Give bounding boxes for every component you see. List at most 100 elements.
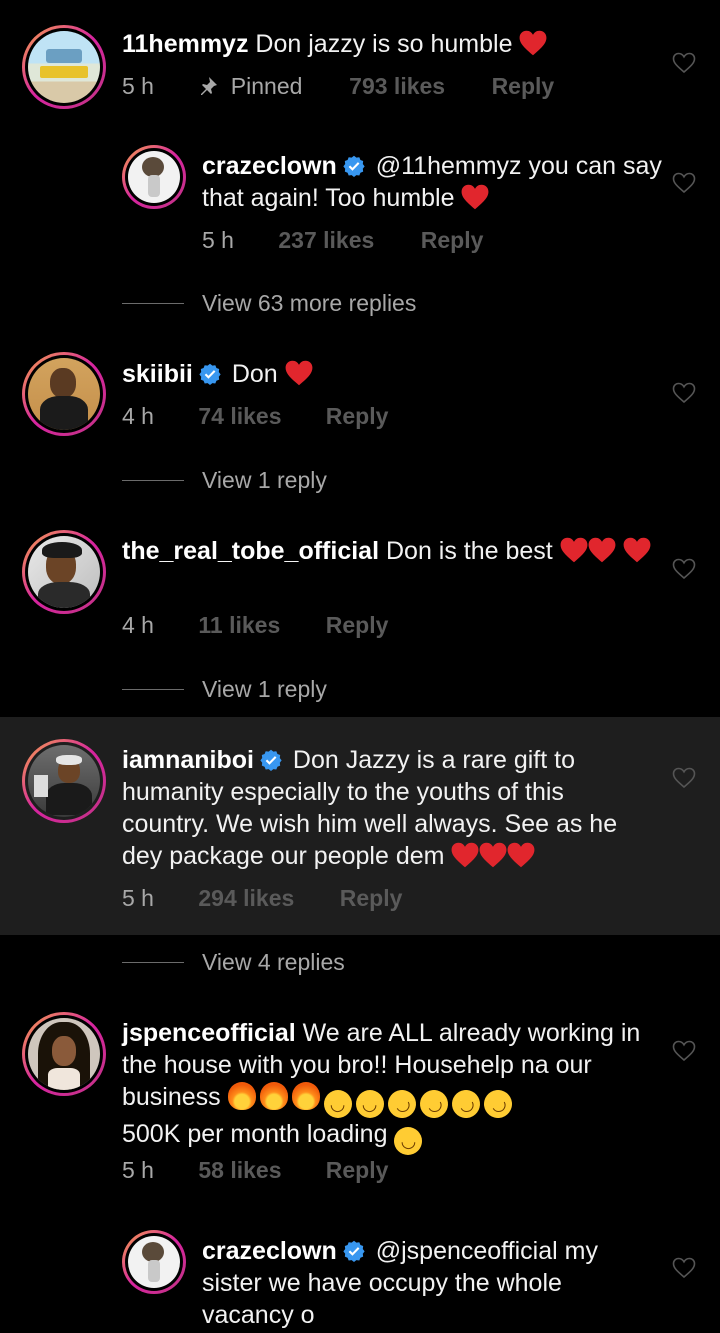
timestamp: 4 h bbox=[122, 612, 154, 638]
reply-button[interactable]: Reply bbox=[340, 884, 403, 912]
like-heart-icon[interactable] bbox=[672, 172, 696, 194]
red-heart-emoji-icon bbox=[461, 184, 489, 210]
timestamp: 5 h bbox=[122, 1157, 154, 1183]
comment-text: skiibii Don bbox=[122, 358, 662, 390]
timestamp: 5 h bbox=[202, 227, 234, 253]
laughing-emoji-icon: ◡ bbox=[323, 1090, 352, 1118]
username[interactable]: iamnaniboi bbox=[122, 746, 254, 774]
avatar[interactable] bbox=[22, 739, 106, 823]
reply-button[interactable]: Reply bbox=[492, 72, 555, 100]
timestamp: 4 h bbox=[122, 403, 154, 429]
comment-meta: 5 h Pinned 793 likes Reply bbox=[122, 72, 554, 100]
fire-emoji-icon bbox=[227, 1082, 256, 1110]
red-heart-emoji-icon bbox=[451, 842, 479, 868]
like-heart-icon[interactable] bbox=[672, 382, 696, 404]
comment-meta: 4 h 11 likes Reply bbox=[122, 611, 388, 639]
comment-jspenceofficial: jspenceofficial We are ALL already worki… bbox=[0, 1000, 720, 1210]
username[interactable]: jspenceofficial bbox=[122, 1019, 296, 1047]
view-more-replies[interactable]: View 63 more replies bbox=[122, 290, 416, 317]
verified-badge-icon bbox=[343, 1240, 365, 1262]
avatar[interactable] bbox=[122, 1230, 186, 1294]
reply-button[interactable]: Reply bbox=[326, 402, 389, 430]
pin-icon bbox=[198, 72, 224, 100]
view-replies-label[interactable]: View 1 reply bbox=[202, 676, 327, 703]
divider bbox=[122, 689, 184, 690]
reply-button[interactable]: Reply bbox=[421, 226, 484, 254]
like-heart-icon[interactable] bbox=[672, 1257, 696, 1279]
rolling-laughing-emoji-icon: ◡ bbox=[446, 1084, 485, 1124]
view-replies-label[interactable]: View 63 more replies bbox=[202, 290, 416, 317]
comment-text: jspenceofficial We are ALL already worki… bbox=[122, 1017, 652, 1155]
avatar[interactable] bbox=[122, 145, 186, 209]
comment-body-line2: 500K per month loading bbox=[122, 1120, 388, 1148]
divider bbox=[122, 303, 184, 304]
divider bbox=[122, 480, 184, 481]
rolling-laughing-emoji-icon: ◡ bbox=[382, 1084, 421, 1124]
red-heart-emoji-icon bbox=[560, 537, 588, 563]
view-more-replies[interactable]: View 1 reply bbox=[122, 676, 327, 703]
view-replies-label[interactable]: View 4 replies bbox=[202, 949, 345, 976]
likes-count[interactable]: 793 likes bbox=[349, 72, 485, 100]
red-heart-emoji-icon bbox=[588, 537, 616, 563]
like-heart-icon[interactable] bbox=[672, 558, 696, 580]
laughing-emoji-icon: ◡ bbox=[394, 1127, 423, 1155]
likes-count[interactable]: 58 likes bbox=[198, 1156, 319, 1184]
comment-11hemmyz: 11hemmyz Don jazzy is so humble 5 h Pinn… bbox=[0, 0, 720, 140]
like-heart-icon[interactable] bbox=[672, 767, 696, 789]
reply-button[interactable]: Reply bbox=[326, 1156, 389, 1184]
comment-meta: 5 h 294 likes Reply bbox=[122, 884, 402, 912]
comment-text: crazeclown @jspenceofficial my sister we… bbox=[202, 1235, 652, 1331]
comment-meta: 5 h 58 likes Reply bbox=[122, 1156, 388, 1184]
red-heart-emoji-icon bbox=[285, 360, 313, 386]
fire-emoji-icon bbox=[259, 1082, 288, 1110]
red-heart-emoji-icon bbox=[507, 842, 535, 868]
username[interactable]: 11hemmyz bbox=[122, 30, 248, 58]
timestamp: 5 h bbox=[122, 885, 154, 911]
verified-badge-icon bbox=[260, 749, 282, 771]
laughing-emoji-icon: ◡ bbox=[355, 1090, 384, 1118]
red-heart-emoji-icon bbox=[519, 30, 547, 56]
red-heart-emoji-icon bbox=[623, 537, 651, 563]
comment-text: iamnaniboi Don Jazzy is a rare gift to h… bbox=[122, 744, 647, 872]
comment-text: crazeclown @11hemmyz you can say that ag… bbox=[202, 150, 662, 214]
avatar[interactable] bbox=[22, 352, 106, 436]
fire-emoji-icon bbox=[291, 1082, 320, 1110]
username[interactable]: crazeclown bbox=[202, 1237, 337, 1265]
view-more-replies[interactable]: View 4 replies bbox=[122, 949, 345, 976]
verified-badge-icon bbox=[343, 155, 365, 177]
reply-crazeclown: crazeclown @jspenceofficial my sister we… bbox=[0, 1225, 720, 1333]
avatar[interactable] bbox=[22, 530, 106, 614]
comment-iamnaniboi: iamnaniboi Don Jazzy is a rare gift to h… bbox=[0, 717, 720, 935]
avatar[interactable] bbox=[22, 1012, 106, 1096]
view-more-replies[interactable]: View 1 reply bbox=[122, 467, 327, 494]
comment-meta: 5 h 237 likes Reply bbox=[202, 226, 483, 254]
likes-count[interactable]: 294 likes bbox=[198, 884, 333, 912]
pinned-label: Pinned bbox=[230, 73, 303, 99]
likes-count[interactable]: 237 likes bbox=[278, 226, 414, 254]
like-heart-icon[interactable] bbox=[672, 52, 696, 74]
divider bbox=[122, 962, 184, 963]
comment-skiibii: skiibii Don 4 h 74 likes Reply bbox=[0, 340, 720, 460]
comment-body: Don jazzy is so humble bbox=[255, 30, 513, 58]
reply-button[interactable]: Reply bbox=[326, 611, 389, 639]
comment-the-real-tobe-official: the_real_tobe_official Don is the best 4… bbox=[0, 520, 720, 670]
username[interactable]: the_real_tobe_official bbox=[122, 537, 379, 565]
username[interactable]: crazeclown bbox=[202, 152, 337, 180]
username[interactable]: skiibii bbox=[122, 360, 193, 388]
likes-count[interactable]: 74 likes bbox=[198, 402, 319, 430]
likes-count[interactable]: 11 likes bbox=[198, 611, 319, 639]
verified-badge-icon bbox=[199, 363, 221, 385]
comment-body: Don is the best bbox=[385, 537, 553, 565]
comment-text: the_real_tobe_official Don is the best bbox=[122, 535, 662, 567]
comment-meta: 4 h 74 likes Reply bbox=[122, 402, 388, 430]
reply-crazeclown: crazeclown @11hemmyz you can say that ag… bbox=[0, 140, 720, 280]
comment-text: 11hemmyz Don jazzy is so humble bbox=[122, 28, 662, 60]
rolling-laughing-emoji-icon: ◡ bbox=[478, 1084, 517, 1124]
timestamp: 5 h bbox=[122, 73, 154, 99]
avatar[interactable] bbox=[22, 25, 106, 109]
red-heart-emoji-icon bbox=[479, 842, 507, 868]
like-heart-icon[interactable] bbox=[672, 1040, 696, 1062]
comment-body: Don bbox=[231, 360, 278, 388]
rolling-laughing-emoji-icon: ◡ bbox=[414, 1084, 453, 1124]
view-replies-label[interactable]: View 1 reply bbox=[202, 467, 327, 494]
